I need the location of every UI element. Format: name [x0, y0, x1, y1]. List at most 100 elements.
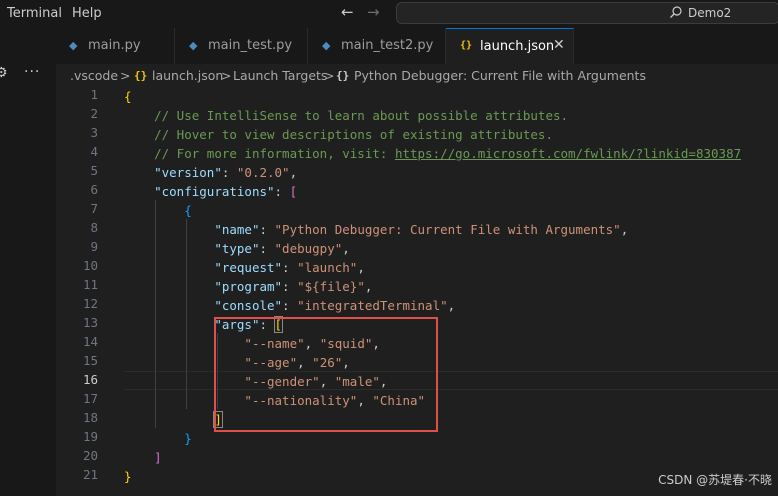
- code-token: :: [274, 184, 290, 199]
- line-number: 10: [82, 258, 98, 273]
- code-token: // Hover to view descriptions of existin…: [154, 127, 553, 142]
- code-line[interactable]: }: [124, 429, 192, 448]
- code-token: "version": [154, 165, 222, 180]
- activity-strip: ⚙ ···: [0, 28, 56, 496]
- code-line[interactable]: // Use IntelliSense to learn about possi…: [124, 106, 568, 125]
- tab-main-py[interactable]: ◆ main.py: [56, 28, 175, 64]
- line-number: 2: [90, 106, 98, 121]
- line-number: 11: [82, 277, 98, 292]
- close-icon[interactable]: ✕: [553, 37, 565, 53]
- gear-icon[interactable]: ⚙: [0, 65, 8, 81]
- python-file-icon: ◆: [322, 39, 331, 52]
- code-token: ,: [357, 260, 365, 275]
- line-number: 7: [90, 201, 98, 216]
- tab-launch-json[interactable]: {} launch.json ✕: [446, 28, 574, 64]
- code-token: "type": [214, 241, 260, 256]
- menu-help[interactable]: Help: [72, 6, 102, 21]
- line-number: 13: [82, 315, 98, 330]
- line-number: 1: [90, 87, 98, 102]
- code-line[interactable]: "name": "Python Debugger: Current File w…: [124, 220, 628, 239]
- code-token: ,: [620, 222, 629, 237]
- line-number: 18: [82, 410, 98, 425]
- watermark: CSDN @苏堤春·不晓: [658, 473, 772, 487]
- code-token: "program": [214, 279, 283, 294]
- breadcrumb-section[interactable]: Launch Targets: [233, 68, 327, 83]
- code-token: :: [259, 222, 275, 237]
- code-token: // Use IntelliSense to learn about possi…: [154, 108, 569, 123]
- breadcrumb-folder[interactable]: .vscode: [70, 68, 118, 83]
- code-token: "debugpy": [274, 241, 343, 256]
- code-token: "${file}": [297, 279, 365, 294]
- code-token: ,: [289, 165, 298, 180]
- code-line[interactable]: "configurations": [: [124, 182, 297, 201]
- code-token: ,: [447, 298, 456, 313]
- breadcrumb-file[interactable]: launch.json: [152, 68, 223, 83]
- code-editor[interactable]: 1 2 3 4 5 6 7 8 9 10 11 12 13 14 15 16 17 18 19 20 21 { // U…: [56, 86, 778, 496]
- json-file-icon: {}: [460, 40, 473, 51]
- code-token: :: [282, 260, 298, 275]
- code-token: :: [221, 165, 237, 180]
- editor-tabs: ◆ main.py ◆ main_test.py ◆ main_test2.py…: [56, 28, 778, 64]
- code-token: :: [259, 241, 275, 256]
- code-line[interactable]: {: [124, 87, 132, 106]
- breadcrumb: .vscode > {} launch.json > Launch Target…: [56, 64, 778, 86]
- code-line[interactable]: "request": "launch",: [124, 258, 365, 277]
- code-line[interactable]: ]: [124, 410, 223, 429]
- code-token: "0.2.0": [236, 165, 290, 180]
- python-file-icon: ◆: [69, 39, 78, 52]
- breadcrumb-item[interactable]: Python Debugger: Current File with Argum…: [354, 68, 646, 83]
- code-token: :: [282, 298, 298, 313]
- line-number: 4: [90, 144, 98, 159]
- code-line[interactable]: // Hover to view descriptions of existin…: [124, 125, 553, 144]
- back-arrow-icon[interactable]: ←: [341, 3, 354, 21]
- code-line[interactable]: }: [124, 467, 132, 486]
- line-number: 19: [82, 429, 98, 444]
- code-token: "Python Debugger: Current File with Argu…: [274, 222, 621, 237]
- code-token: "launch": [297, 260, 358, 275]
- code-token: ,: [364, 279, 373, 294]
- search-text: Demo2: [688, 6, 732, 20]
- chevron-right-icon: >: [120, 68, 131, 83]
- line-number: 8: [90, 220, 98, 235]
- code-line[interactable]: "program": "${file}",: [124, 277, 372, 296]
- code-token: "configurations": [154, 184, 275, 199]
- line-number: 9: [90, 239, 98, 254]
- tab-main-test-py[interactable]: ◆ main_test.py: [175, 28, 308, 64]
- tab-main-test2-py[interactable]: ◆ main_test2.py: [308, 28, 446, 64]
- code-line[interactable]: ]: [124, 448, 162, 467]
- json-file-icon: {}: [134, 69, 148, 82]
- forward-arrow-icon[interactable]: →: [367, 3, 380, 21]
- code-token: ,: [342, 241, 350, 256]
- python-file-icon: ◆: [189, 39, 198, 52]
- line-number: 14: [82, 334, 98, 349]
- tab-label: main.py: [88, 38, 141, 53]
- code-token: ]: [154, 450, 162, 465]
- code-line[interactable]: // For more information, visit: https://…: [124, 144, 741, 163]
- line-number: 12: [82, 296, 98, 311]
- line-number: 5: [90, 163, 98, 178]
- chevron-right-icon: >: [324, 68, 335, 83]
- code-token: https://go.microsoft.com/fwlink/?linkid=…: [394, 146, 742, 161]
- menu-terminal[interactable]: Terminal: [7, 6, 62, 21]
- code-line[interactable]: "console": "integratedTerminal",: [124, 296, 455, 315]
- code-line[interactable]: {: [124, 201, 192, 220]
- line-number: 21: [82, 467, 98, 482]
- command-center-search[interactable]: Demo2: [396, 2, 778, 24]
- object-icon: {}: [336, 69, 350, 82]
- args-highlight-box: [214, 317, 438, 432]
- chevron-right-icon: >: [221, 68, 232, 83]
- code-token: }: [124, 469, 132, 484]
- code-line[interactable]: "version": "0.2.0",: [124, 163, 297, 182]
- code-line[interactable]: "type": "debugpy",: [124, 239, 350, 258]
- line-number: 20: [82, 448, 98, 463]
- more-actions-icon[interactable]: ···: [24, 64, 40, 80]
